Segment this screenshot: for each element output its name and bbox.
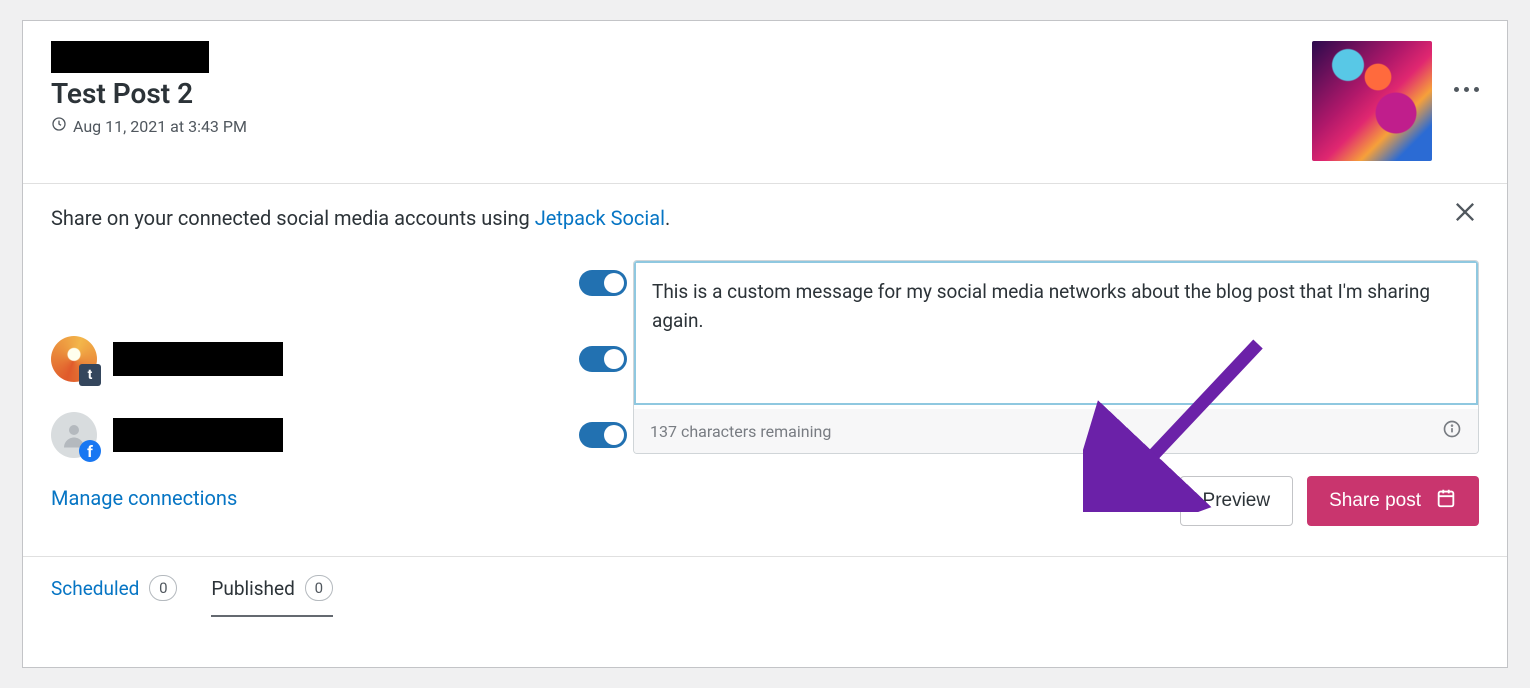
message-column: 137 characters remaining Preview Share p… xyxy=(633,260,1479,526)
connections-column: t f xyxy=(51,260,633,526)
account-name-redacted xyxy=(113,418,283,452)
master-toggle[interactable] xyxy=(579,270,627,296)
timestamp-row: Aug 11, 2021 at 3:43 PM xyxy=(51,116,1312,136)
facebook-icon: f xyxy=(79,440,101,462)
share-body: t f xyxy=(51,260,1479,526)
info-icon[interactable] xyxy=(1442,419,1462,443)
chars-remaining-text: 137 characters remaining xyxy=(650,422,831,441)
share-panel: Share on your connected social media acc… xyxy=(23,184,1507,557)
post-share-card: Test Post 2 Aug 11, 2021 at 3:43 PM Shar… xyxy=(22,20,1508,668)
scheduled-count-badge: 0 xyxy=(149,575,177,601)
share-post-label: Share post xyxy=(1329,490,1421,512)
tumblr-icon: t xyxy=(79,364,101,386)
calendar-icon xyxy=(1435,487,1457,515)
jetpack-social-link[interactable]: Jetpack Social xyxy=(535,206,665,230)
preview-button[interactable]: Preview xyxy=(1180,476,1294,526)
card-header: Test Post 2 Aug 11, 2021 at 3:43 PM xyxy=(23,21,1507,184)
message-footer: 137 characters remaining xyxy=(634,409,1478,453)
post-title: Test Post 2 xyxy=(51,77,1312,110)
connection-row-tumblr: t xyxy=(51,336,633,382)
share-message-textarea[interactable] xyxy=(634,261,1478,405)
avatar: f xyxy=(51,412,97,458)
tab-published-label: Published xyxy=(211,577,294,600)
tab-scheduled[interactable]: Scheduled 0 xyxy=(51,575,177,617)
title-block: Test Post 2 Aug 11, 2021 at 3:43 PM xyxy=(51,41,1312,136)
connection-row-facebook: f xyxy=(51,412,633,458)
tab-scheduled-label: Scheduled xyxy=(51,577,139,600)
connection-toggle-facebook[interactable] xyxy=(579,422,627,448)
message-box: 137 characters remaining xyxy=(633,260,1479,454)
published-count-badge: 0 xyxy=(305,575,333,601)
share-intro-text: Share on your connected social media acc… xyxy=(51,206,1479,230)
share-intro-prefix: Share on your connected social media acc… xyxy=(51,206,535,230)
tab-published[interactable]: Published 0 xyxy=(211,575,332,617)
manage-connections-link[interactable]: Manage connections xyxy=(51,486,633,510)
action-buttons: Preview Share post xyxy=(633,476,1479,526)
share-history-tabs: Scheduled 0 Published 0 xyxy=(23,557,1507,617)
avatar: t xyxy=(51,336,97,382)
master-toggle-row xyxy=(51,260,633,306)
author-name-redacted xyxy=(51,41,209,73)
connection-toggle-tumblr[interactable] xyxy=(579,346,627,372)
share-post-button[interactable]: Share post xyxy=(1307,476,1479,526)
account-name-redacted xyxy=(113,342,283,376)
clock-icon xyxy=(51,116,67,136)
share-intro-suffix: . xyxy=(665,206,670,230)
timestamp-text: Aug 11, 2021 at 3:43 PM xyxy=(73,117,247,136)
close-icon xyxy=(1451,211,1479,230)
post-thumbnail xyxy=(1312,41,1432,161)
more-options-button[interactable] xyxy=(1454,87,1479,92)
close-panel-button[interactable] xyxy=(1451,198,1479,230)
